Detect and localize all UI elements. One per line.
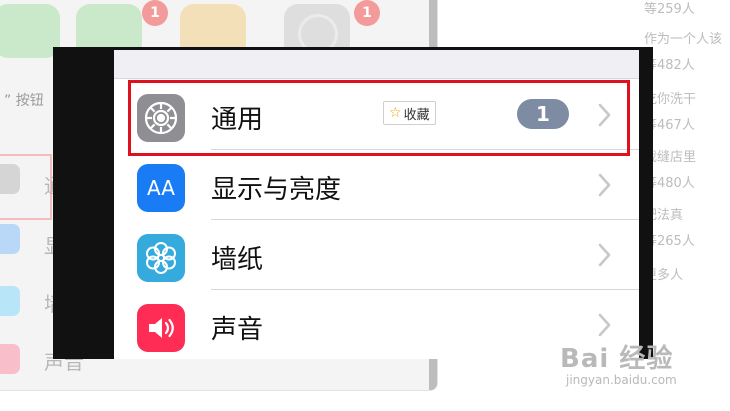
settings-row-display-brightness[interactable]: AA 显示与亮度	[114, 150, 639, 220]
phone-app-icon	[0, 4, 60, 58]
notification-badge: 1	[354, 0, 380, 26]
settings-row-label: 显示与亮度	[211, 175, 342, 205]
baidu-jingyan-watermark: Bai 经验 jingyan.baidu.com	[560, 338, 677, 387]
chevron-right-icon	[598, 243, 611, 267]
speaker-icon	[137, 304, 185, 352]
related-article-title[interactable]: 作为一个人该	[644, 28, 722, 47]
watermark-brand: Bai 经验	[560, 344, 674, 374]
gear-icon	[0, 164, 20, 194]
settings-header-strip	[114, 50, 639, 79]
watermark-url: jingyan.baidu.com	[566, 373, 677, 387]
display-aa-icon	[0, 224, 20, 254]
notification-badge: 1	[142, 0, 168, 26]
chevron-right-icon	[598, 313, 611, 337]
background-instruction-text: ” 按钮	[4, 93, 44, 109]
related-article-count[interactable]: 等259人	[644, 0, 695, 17]
settings-row-label: 墙纸	[211, 245, 264, 275]
flower-icon	[0, 286, 20, 316]
display-aa-glyph: AA	[147, 176, 175, 200]
highlight-frame	[128, 80, 630, 156]
settings-row-label: 声音	[211, 315, 264, 345]
speaker-icon	[0, 344, 20, 374]
flower-icon	[137, 234, 185, 282]
settings-row-wallpaper[interactable]: 墙纸	[114, 220, 639, 290]
chevron-right-icon	[598, 173, 611, 197]
display-aa-icon: AA	[137, 164, 185, 212]
